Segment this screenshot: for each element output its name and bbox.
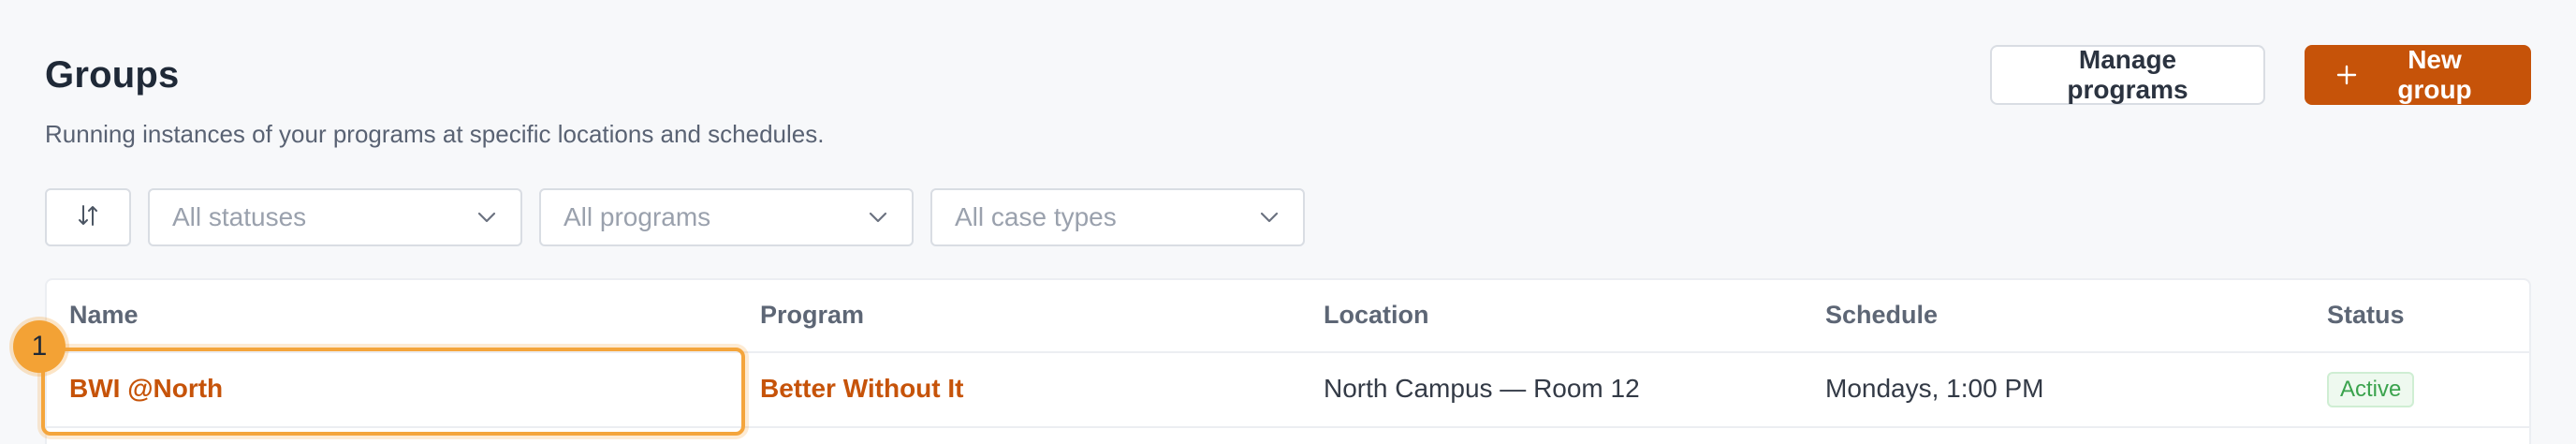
column-header-name: Name — [69, 301, 139, 329]
table-row[interactable]: BWI @North Better Without It North Campu… — [41, 348, 2529, 436]
filter-bar: All statuses All programs All case types — [45, 188, 1305, 246]
program-link[interactable]: Better Without It — [760, 374, 964, 404]
manage-programs-button[interactable]: Manage programs — [1990, 45, 2265, 105]
status-filter-value: All statuses — [172, 202, 307, 231]
chevron-down-icon — [867, 206, 889, 229]
page-title: Groups — [45, 54, 180, 96]
column-header-schedule: Schedule — [1825, 301, 1939, 329]
column-header-status: Status — [2327, 301, 2405, 329]
sort-arrows-icon — [76, 203, 100, 232]
chevron-down-icon — [1258, 206, 1281, 229]
table-header: Name Program Location Schedule Status — [47, 280, 2529, 353]
chevron-down-icon — [476, 206, 498, 229]
location-cell: North Campus — Room 12 — [1324, 374, 1640, 403]
manage-programs-label: Manage programs — [2067, 45, 2188, 104]
page-header: Groups Running instances of your program… — [45, 45, 2531, 157]
status-filter-select[interactable]: All statuses — [148, 188, 522, 246]
annotation-marker: 1 — [13, 320, 66, 373]
program-filter-select[interactable]: All programs — [539, 188, 914, 246]
column-header-location: Location — [1324, 301, 1429, 329]
group-name-link[interactable]: BWI @North — [69, 374, 223, 404]
sort-button[interactable] — [45, 188, 131, 246]
program-filter-value: All programs — [564, 202, 711, 231]
case-type-filter-select[interactable]: All case types — [930, 188, 1305, 246]
groups-table: Name Program Location Schedule Status BW… — [41, 278, 2531, 444]
new-group-button[interactable]: New group — [2305, 45, 2531, 105]
groups-page: Groups Running instances of your program… — [0, 0, 2576, 444]
plus-icon — [2336, 65, 2357, 85]
schedule-cell: Mondays, 1:00 PM — [1825, 374, 2044, 403]
new-group-label: New group — [2397, 45, 2472, 104]
header-actions: Manage programs New group — [1990, 45, 2531, 105]
column-header-program: Program — [760, 301, 865, 329]
page-subtitle: Running instances of your programs at sp… — [45, 120, 825, 148]
case-type-filter-value: All case types — [955, 202, 1117, 231]
status-badge: Active — [2327, 372, 2415, 407]
